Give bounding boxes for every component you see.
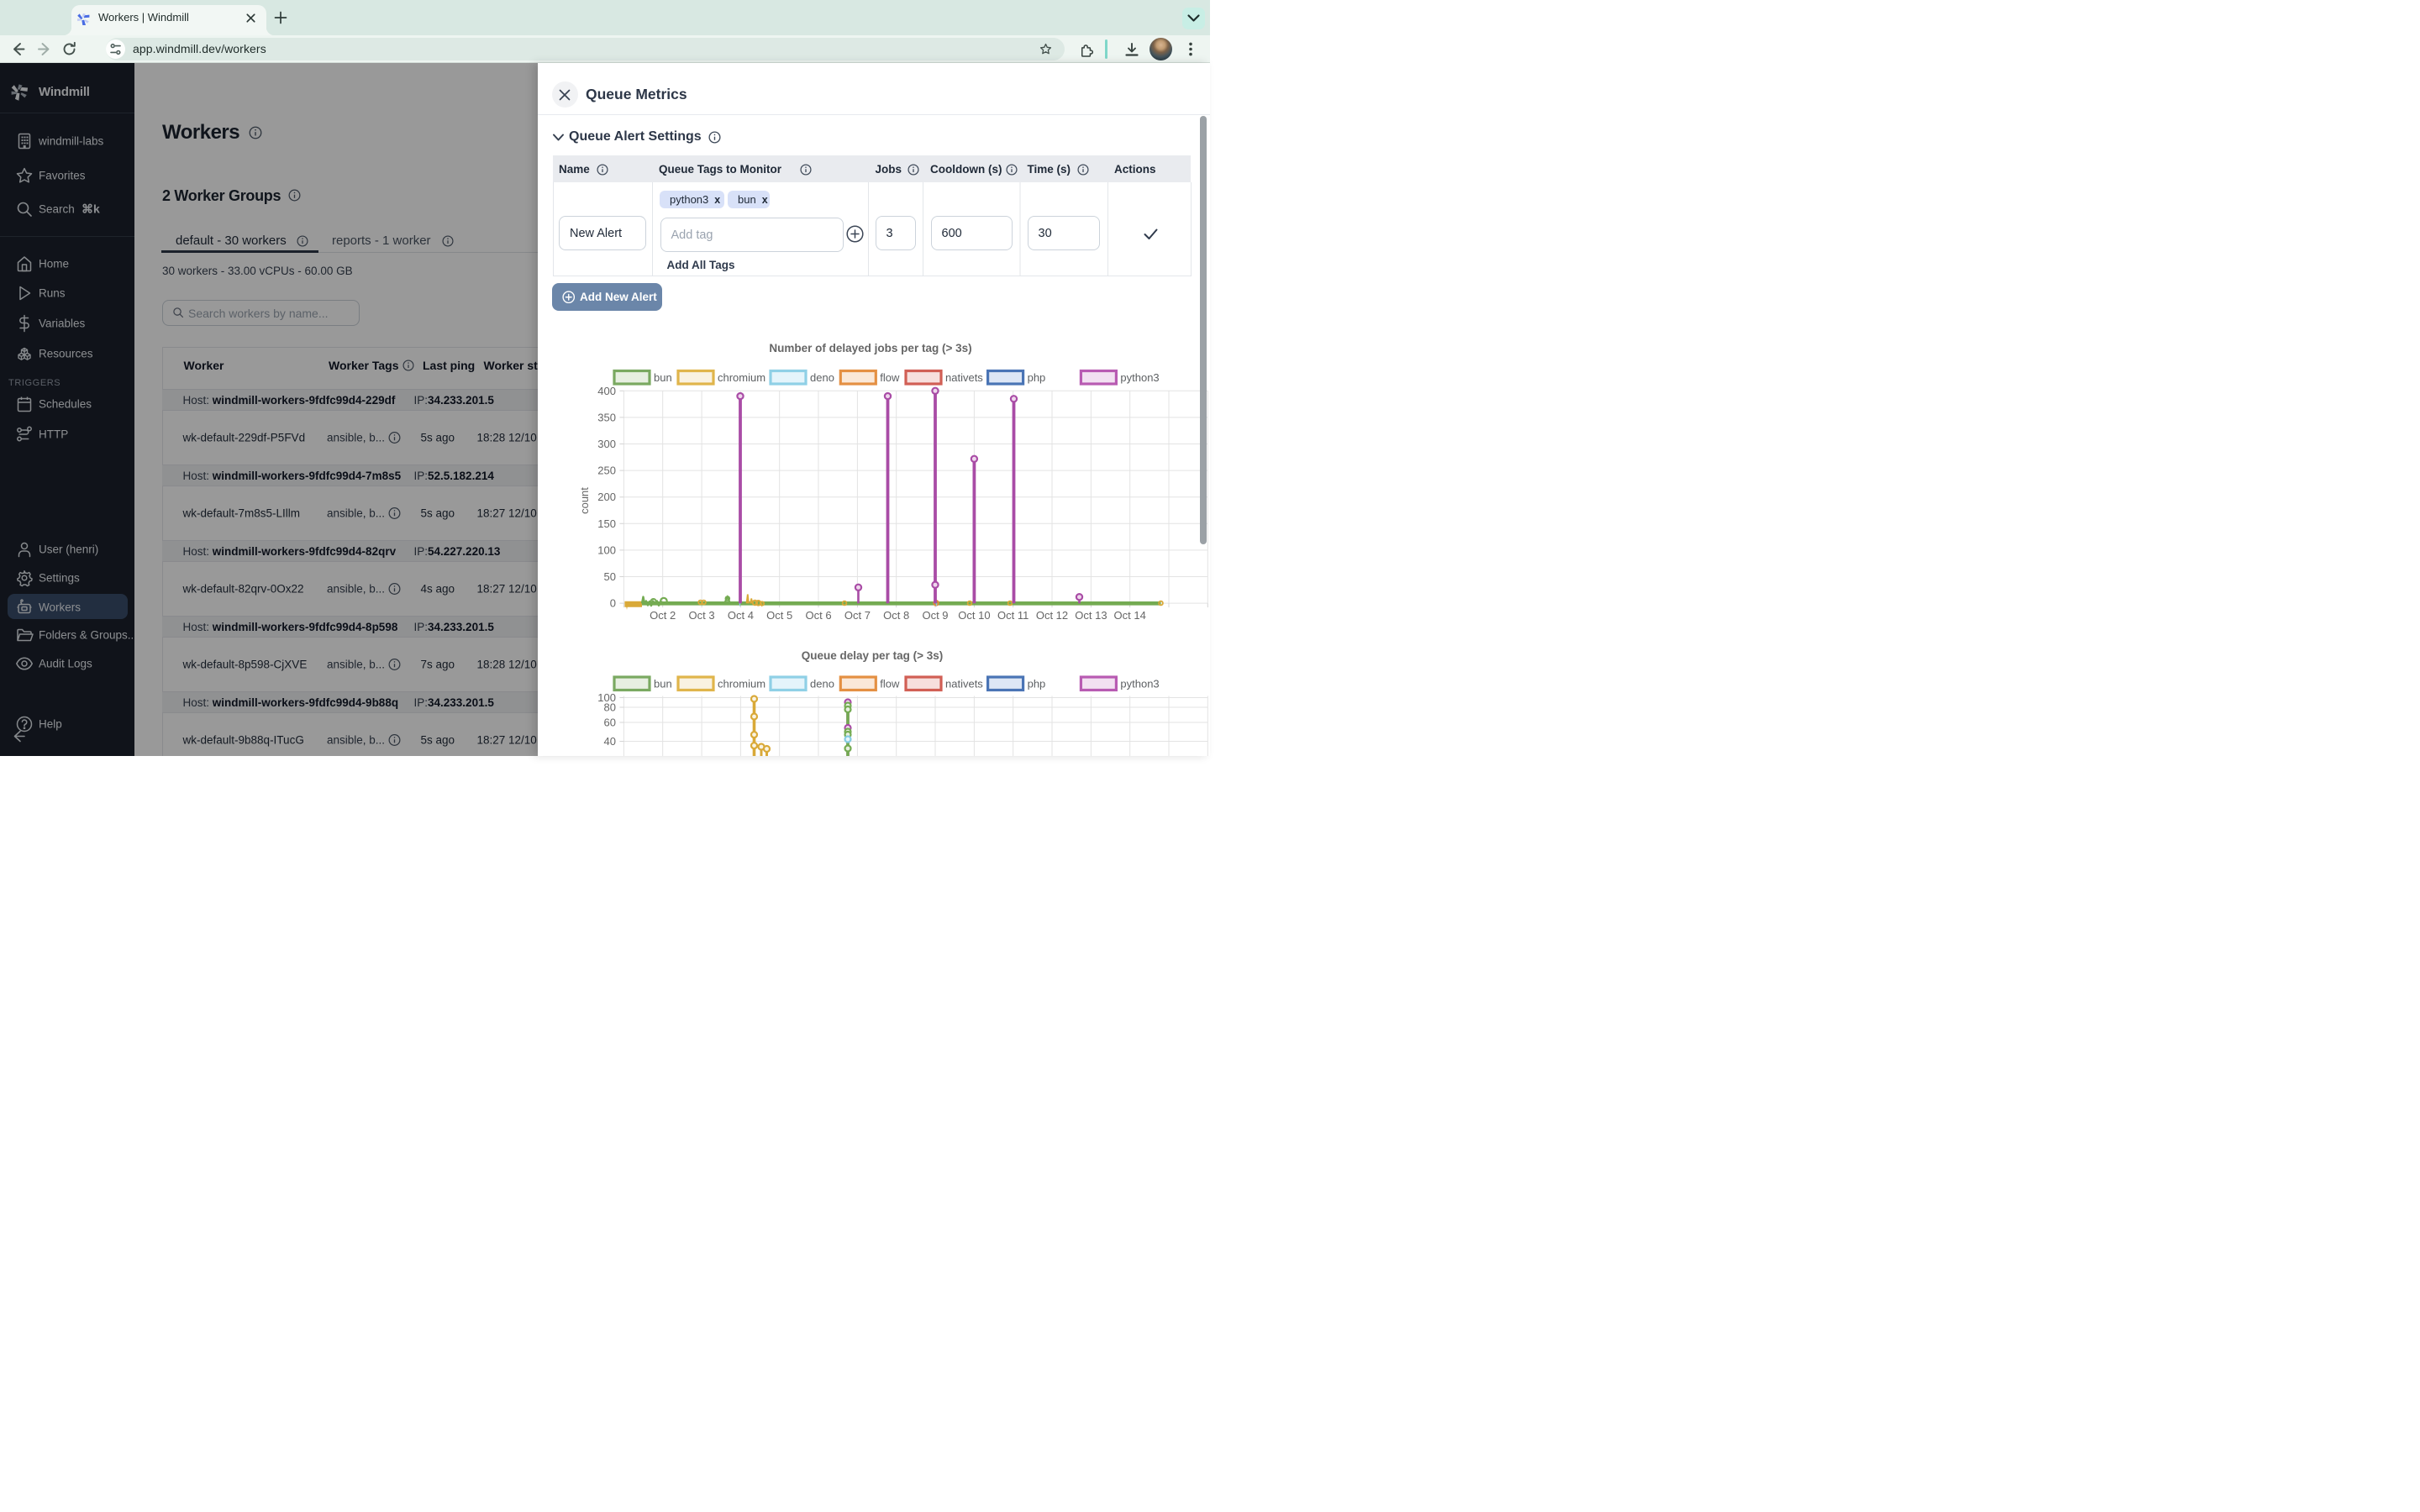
svg-text:40: 40 xyxy=(604,735,616,748)
svg-text:0: 0 xyxy=(610,597,616,610)
svg-text:count: count xyxy=(578,487,591,514)
svg-text:deno: deno xyxy=(810,371,834,384)
svg-text:Oct 9: Oct 9 xyxy=(922,609,948,622)
svg-text:Oct 10: Oct 10 xyxy=(958,609,990,622)
svg-text:deno: deno xyxy=(810,678,834,690)
svg-text:flow: flow xyxy=(880,371,900,384)
svg-text:Oct 13: Oct 13 xyxy=(1075,609,1107,622)
svg-text:bun: bun xyxy=(654,371,672,384)
svg-text:nativets: nativets xyxy=(945,678,983,690)
svg-text:python3: python3 xyxy=(1120,678,1159,690)
svg-text:Queue delay per tag (> 3s): Queue delay per tag (> 3s) xyxy=(802,649,943,662)
svg-text:200: 200 xyxy=(597,491,616,503)
svg-text:Oct 6: Oct 6 xyxy=(806,609,832,622)
svg-text:Oct 3: Oct 3 xyxy=(689,609,715,622)
svg-text:python3: python3 xyxy=(1120,371,1159,384)
svg-text:Oct 7: Oct 7 xyxy=(844,609,871,622)
svg-text:150: 150 xyxy=(597,517,616,530)
svg-text:flow: flow xyxy=(880,678,900,690)
svg-text:chromium: chromium xyxy=(718,678,765,690)
svg-text:bun: bun xyxy=(654,678,672,690)
svg-text:100: 100 xyxy=(597,543,616,556)
svg-text:Oct 8: Oct 8 xyxy=(883,609,909,622)
svg-text:Oct 12: Oct 12 xyxy=(1036,609,1068,622)
svg-text:60: 60 xyxy=(604,717,616,729)
svg-text:php: php xyxy=(1028,678,1046,690)
svg-text:400: 400 xyxy=(597,385,616,397)
svg-text:Oct 11: Oct 11 xyxy=(997,609,1028,622)
svg-text:Oct 5: Oct 5 xyxy=(766,609,792,622)
svg-text:250: 250 xyxy=(597,465,616,477)
svg-text:Oct 14: Oct 14 xyxy=(1114,609,1146,622)
svg-text:300: 300 xyxy=(597,438,616,450)
svg-text:nativets: nativets xyxy=(945,371,983,384)
svg-text:php: php xyxy=(1028,371,1046,384)
svg-text:Number of delayed jobs per tag: Number of delayed jobs per tag (> 3s) xyxy=(769,342,971,354)
svg-text:350: 350 xyxy=(597,411,616,423)
svg-text:Oct 2: Oct 2 xyxy=(650,609,676,622)
svg-text:80: 80 xyxy=(604,701,616,714)
svg-text:chromium: chromium xyxy=(718,371,765,384)
svg-text:Oct 4: Oct 4 xyxy=(728,609,754,622)
svg-text:50: 50 xyxy=(604,570,616,583)
